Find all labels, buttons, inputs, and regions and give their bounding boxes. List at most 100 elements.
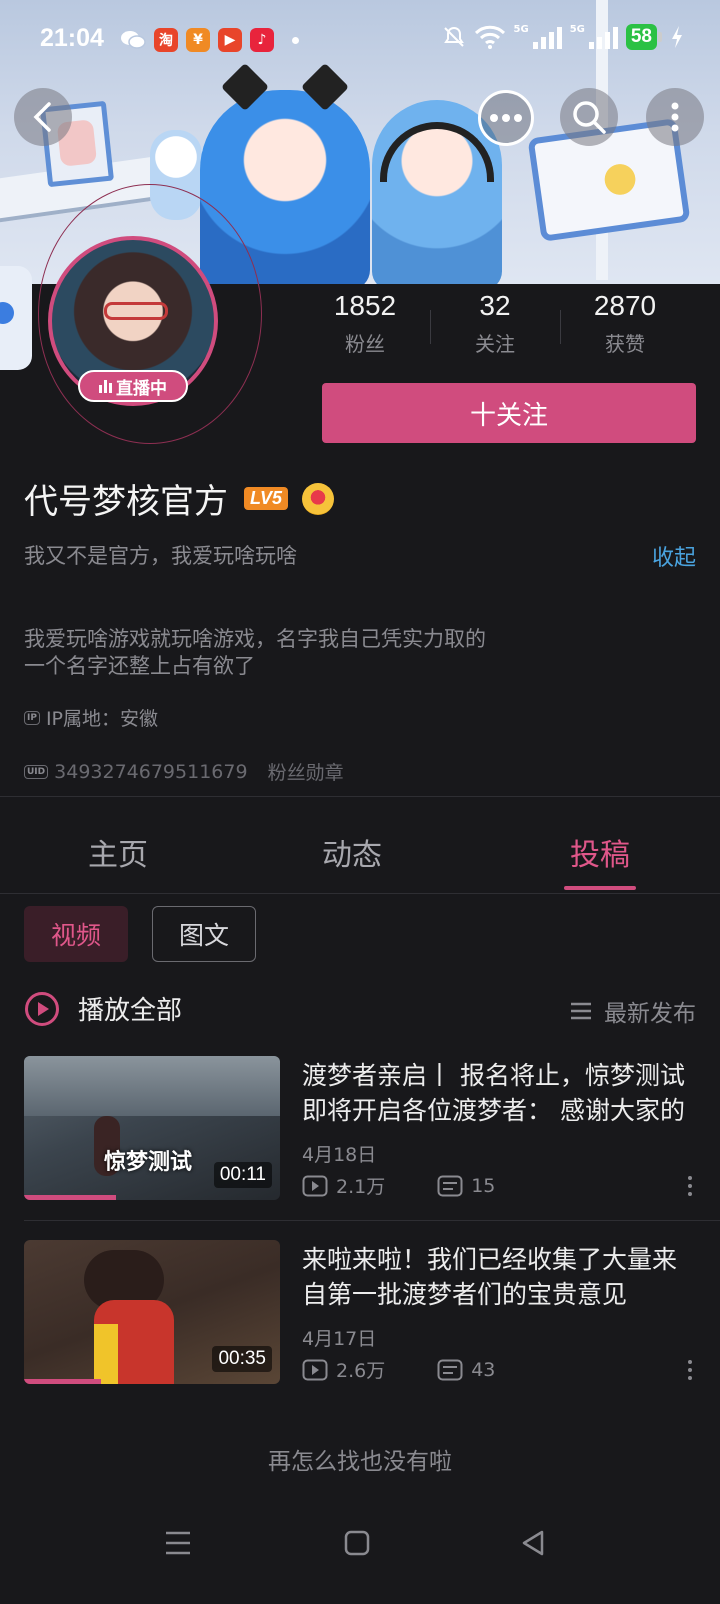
comment-icon [437,1175,463,1196]
video-thumbnail[interactable]: 00:35 [24,1240,280,1384]
battery-level: 58 [625,24,657,50]
comment-icon [437,1359,463,1380]
video-item[interactable]: 00:35 来啦来啦！我们已经收集了大量来自第一批渡梦者们的宝贵意见 4月17日… [24,1240,696,1386]
stat-followers[interactable]: 1852 粉丝 [300,290,430,357]
ip-tag-icon: IP [24,710,40,725]
signal-icon [588,25,618,49]
video-meta: 2.6万 43 [302,1356,495,1383]
profile-name: 代号梦核官方 [24,482,228,522]
status-time: 21:04 [40,24,104,52]
back-button[interactable] [14,88,72,146]
sort-label: 最新发布 [604,1001,696,1027]
tab-uploads[interactable]: 投稿 [570,830,630,874]
play-count-icon [302,1359,328,1380]
signal-icon [532,25,562,49]
search-button[interactable] [560,88,618,146]
network-type-2: 5G [569,24,585,35]
comment-count-value: 15 [471,1174,496,1197]
more-vertical-icon [671,102,679,132]
message-button[interactable] [478,90,534,146]
live-bars-icon [99,379,112,393]
video-title[interactable]: 来啦来啦！我们已经收集了大量来自第一批渡梦者们的宝贵意见 [302,1242,696,1312]
play-count-value: 2.6万 [336,1360,386,1382]
tab-home[interactable]: 主页 [88,830,148,874]
section-divider [0,796,720,797]
chat-dots-icon [490,114,522,122]
video-date: 4月18日 [302,1144,377,1166]
charging-icon [672,26,682,48]
video-item[interactable]: 惊梦测试 00:11 渡梦者亲启丨 报名将止，惊梦测试即将开启各位渡梦者： 感谢… [24,1056,696,1202]
play-all-label: 播放全部 [78,996,183,1026]
back-nav-icon[interactable] [520,1530,546,1556]
follow-button[interactable]: 十关注 [322,383,696,443]
video-title[interactable]: 渡梦者亲启丨 报名将止，惊梦测试即将开启各位渡梦者： 感谢大家的关注 [302,1058,696,1128]
play-all-button[interactable]: 播放全部 [24,990,182,1027]
bio-line: 我爱玩啥游戏就玩啥游戏，名字我自己凭实力取的 [24,627,486,651]
floating-side-tab[interactable] [0,266,32,370]
play-circle-icon [25,991,59,1026]
uid-row: UID 3493274679511679 粉丝勋章 [24,758,344,785]
search-icon [573,101,606,134]
uid-tag-icon: UID [24,764,49,779]
wifi-icon [474,25,505,49]
sort-button[interactable]: 最新发布 [570,994,696,1028]
stat-value: 32 [479,290,511,321]
status-indicators: 5G 5G 58 [442,24,684,50]
profile-name-row: 代号梦核官方 LV5 [24,474,335,523]
status-app-icons: 淘 ¥ ▶ ♪ [120,28,299,52]
battery-icon [658,32,662,42]
more-button[interactable] [646,88,704,146]
payment-app-icon: ¥ [186,28,210,52]
video-thumbnail[interactable]: 惊梦测试 00:11 [24,1056,280,1200]
stat-following[interactable]: 32 关注 [430,290,560,357]
list-divider [24,1220,720,1221]
ip-location-row: IP IP属地：安徽 [24,704,158,731]
avatar-art [104,302,168,320]
profile-tabs: 主页 动态 投稿 [0,812,720,892]
video-date: 4月17日 [302,1328,377,1350]
live-badge-label: 直播中 [116,378,167,399]
stat-likes[interactable]: 2870 获赞 [560,290,690,357]
comment-count-value: 43 [471,1358,496,1381]
level-badge: LV5 [244,487,289,510]
profile-stats: 1852 粉丝 32 关注 2870 获赞 [300,290,700,357]
collapse-link[interactable]: 收起 [652,540,696,572]
more-vertical-icon[interactable] [688,1360,692,1380]
thumbnail-caption: 惊梦测试 [104,1150,193,1175]
filter-video[interactable]: 视频 [24,906,128,962]
video-meta: 2.1万 15 [302,1172,495,1199]
uid-value[interactable]: 3493274679511679 [54,761,247,783]
more-notifications-dot [292,36,299,44]
stat-label: 关注 [475,332,515,356]
system-nav-bar [0,1530,720,1590]
taobao-icon: 淘 [154,28,178,52]
fan-medal-link[interactable]: 粉丝勋章 [268,758,344,785]
filter-image-text[interactable]: 图文 [152,906,256,962]
profile-bio: 我爱玩啥游戏就玩啥游戏，名字我自己凭实力取的 一个名字还整上占有欲了 [24,626,624,680]
video-duration: 00:35 [212,1346,272,1372]
home-nav-icon[interactable] [344,1530,370,1556]
menu-nav-icon[interactable] [164,1530,192,1556]
play-count-icon [302,1175,328,1196]
more-vertical-icon[interactable] [688,1176,692,1196]
stat-value: 1852 [333,290,397,321]
comment-count: 15 [437,1175,495,1197]
bio-line: 一个名字还整上占有欲了 [24,654,255,678]
list-icon [571,1002,591,1020]
watch-progress-bar [24,1379,101,1384]
profile-signature: 我又不是官方，我爱玩啥玩啥 [24,544,297,568]
mute-icon [443,26,464,47]
live-badge[interactable]: 直播中 [78,370,188,402]
music-app-icon: ♪ [250,28,274,52]
medal-icon[interactable] [302,482,335,515]
chevron-left-icon [33,102,51,132]
stat-label: 粉丝 [345,332,385,356]
network-type-1: 5G [513,24,529,35]
tabs-divider [0,893,720,894]
tab-dynamics[interactable]: 动态 [322,830,382,874]
video-duration: 00:11 [213,1162,272,1188]
end-of-list-text: 再怎么找也没有啦 [268,1449,452,1475]
active-tab-indicator [564,886,636,890]
comment-count: 43 [437,1359,495,1381]
play-count-value: 2.1万 [336,1176,386,1198]
